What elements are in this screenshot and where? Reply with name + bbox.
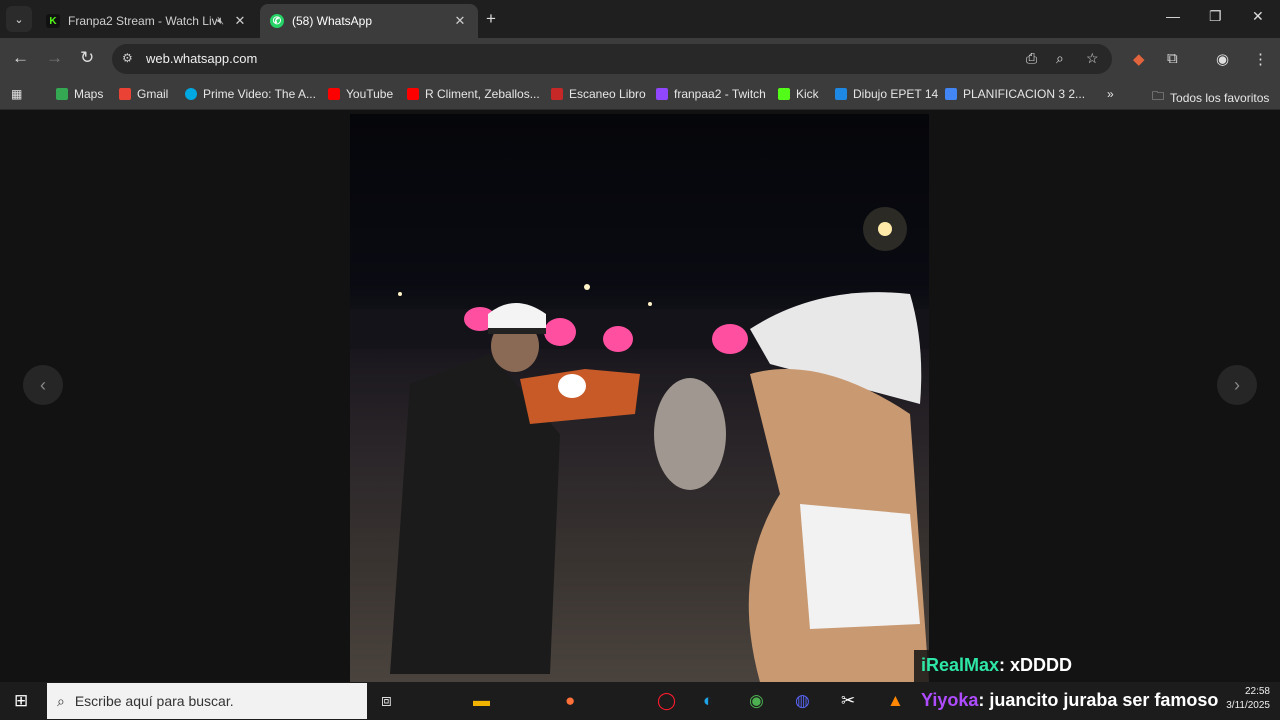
new-tab-icon[interactable]: + [486, 9, 496, 29]
url-text[interactable]: web.whatsapp.com [146, 51, 257, 66]
menu-kebab-icon[interactable]: ⋮ [1253, 50, 1268, 68]
bookmark-planificacion[interactable]: PLANIFICACION 3 2... [945, 87, 1085, 101]
chat-text: : juancito juraba ser famoso [978, 690, 1219, 710]
bookmarks-overflow-button[interactable]: » [1107, 87, 1114, 101]
prime-video-icon [185, 88, 197, 100]
reload-icon[interactable]: ↻ [80, 48, 94, 68]
bookmark-label: Dibujo EPET 14 [853, 87, 939, 101]
chat-text: : xDDDD [999, 655, 1073, 675]
tab-search-chevron-icon[interactable]: ⌄ [6, 6, 32, 32]
bookmark-star-icon[interactable]: ☆ [1086, 50, 1099, 67]
bookmark-label: Escaneo Libro [569, 87, 646, 101]
zoom-icon[interactable]: ⌕ [1056, 50, 1064, 67]
extensions-puzzle-icon[interactable]: ⧉ [1167, 50, 1178, 67]
bookmark-dibujo-epet[interactable]: Dibujo EPET 14 [835, 87, 938, 101]
taskbar-search-box[interactable]: ⌕ Escribe aquí para buscar. [47, 683, 367, 719]
close-tab-icon[interactable]: ✕ [232, 13, 248, 29]
windows-taskbar: ⊞ ⌕ Escribe aquí para buscar. ⧈ ▬ ● ◯ ◐ … [0, 682, 1280, 720]
file-explorer-icon[interactable]: ▬ [473, 691, 490, 711]
tab-kick-stream[interactable]: K Franpa2 Stream - Watch Liv 🔇︎ ✕ [36, 4, 258, 38]
bookmark-r-climent[interactable]: R Climent, Zeballos... [407, 87, 540, 101]
search-icon: ⌕ [57, 692, 65, 709]
bookmark-label: Gmail [137, 87, 169, 101]
bookmark-youtube[interactable]: YouTube [328, 87, 393, 101]
gmail-icon [119, 88, 131, 100]
clock-date: 3/11/2025 [1226, 700, 1270, 711]
firefox-icon[interactable]: ● [565, 691, 575, 711]
close-window-icon[interactable]: ✕ [1252, 8, 1264, 25]
tab-title: (58) WhatsApp [292, 14, 373, 28]
address-bar[interactable]: ⚙ web.whatsapp.com ⎙ ⌕ ☆ [112, 44, 1112, 74]
browser-toolbar: ← → ↻ ⚙ web.whatsapp.com ⎙ ⌕ ☆ ◆ ⧉ ◉ ⋮ [0, 38, 1280, 80]
edge-icon[interactable]: ◐ [703, 691, 713, 711]
clock-time: 22:58 [1244, 686, 1270, 697]
kick-logo-icon [778, 88, 790, 100]
docs-icon [945, 88, 957, 100]
folder-icon: 🗀︎ [1152, 89, 1165, 103]
bookmark-label: franpaa2 - Twitch [674, 87, 766, 101]
bookmark-label: PLANIFICACION 3 2... [963, 87, 1086, 101]
taskbar-search-placeholder: Escribe aquí para buscar. [74, 693, 234, 709]
bookmark-label: Maps [74, 87, 104, 101]
bookmark-escaneo-libro[interactable]: Escaneo Libro [551, 87, 646, 101]
kick-logo-icon: K [46, 14, 60, 28]
bookmark-gmail[interactable]: Gmail [119, 87, 168, 101]
chrome-icon[interactable]: ◉ [749, 691, 764, 711]
bookmark-label: Todos los favoritos [1170, 90, 1270, 105]
opera-icon[interactable]: ◯ [657, 691, 676, 711]
tab-whatsapp[interactable]: ✆ (58) WhatsApp ✕ [260, 4, 478, 38]
system-clock[interactable]: 22:58 3/11/2025 [1226, 685, 1270, 713]
youtube-icon [407, 88, 419, 100]
media-viewer: ‹ › [0, 110, 1280, 682]
whatsapp-icon: ✆ [270, 14, 284, 28]
capcut-icon[interactable]: ✂ [841, 691, 855, 711]
chat-message: Yiyoka: juancito juraba ser famoso [921, 690, 1218, 711]
forward-icon[interactable]: → [46, 48, 63, 68]
bookmark-label: R Climent, Zeballos... [425, 87, 540, 101]
all-bookmarks-folder[interactable]: 🗀︎ Todos los favoritos [1152, 87, 1269, 108]
next-media-button[interactable]: › [1217, 365, 1257, 405]
bookmark-maps[interactable]: Maps [56, 87, 103, 101]
bookmarks-bar: ▦ Maps Gmail Prime Video: The A... YouTu… [0, 80, 1280, 110]
twitch-icon [656, 88, 668, 100]
chat-username: iRealMax [921, 655, 1000, 675]
bookmark-kick[interactable]: Kick [778, 87, 819, 101]
bookmark-prime-video[interactable]: Prime Video: The A... [185, 87, 316, 101]
photo-illustration [350, 207, 929, 682]
back-icon[interactable]: ← [12, 48, 29, 68]
chevron-right-icon: › [1234, 374, 1240, 395]
restore-icon[interactable]: ❐ [1209, 8, 1222, 25]
apps-grid-icon[interactable]: ▦ [11, 87, 22, 101]
discord-icon[interactable]: ◍ [795, 691, 810, 711]
close-tab-icon[interactable]: ✕ [452, 13, 468, 29]
stream-chat-overlay: iRealMax: xDDDD [914, 650, 1280, 682]
document-icon [835, 88, 847, 100]
bookmark-twitch[interactable]: franpaa2 - Twitch [656, 87, 766, 101]
bookmark-label: YouTube [346, 87, 394, 101]
media-photo[interactable] [350, 114, 929, 682]
task-view-icon[interactable]: ⧈ [381, 691, 392, 711]
chat-message: iRealMax: xDDDD [921, 655, 1072, 676]
site-settings-icon[interactable]: ⚙ [122, 51, 133, 65]
muted-speaker-icon[interactable]: 🔇︎ [217, 15, 224, 28]
vlc-icon[interactable]: ▲ [887, 691, 904, 711]
profile-icon[interactable]: ◉ [1216, 50, 1229, 68]
tab-strip: ⌄ K Franpa2 Stream - Watch Liv 🔇︎ ✕ ✆ (5… [0, 0, 1280, 38]
youtube-icon [328, 88, 340, 100]
scan-icon [551, 88, 563, 100]
bookmark-label: Prime Video: The A... [203, 87, 316, 101]
bookmark-label: Kick [796, 87, 819, 101]
previous-media-button[interactable]: ‹ [23, 365, 63, 405]
install-app-icon[interactable]: ⎙ [1026, 50, 1037, 67]
chevron-left-icon: ‹ [40, 374, 46, 395]
extension-fox-icon[interactable]: ◆ [1133, 50, 1145, 68]
minimize-icon[interactable]: — [1166, 8, 1180, 24]
maps-pin-icon [56, 88, 68, 100]
chat-username: Yiyoka [921, 690, 979, 710]
tab-title: Franpa2 Stream - Watch Liv [68, 14, 218, 28]
windows-start-icon[interactable]: ⊞ [14, 691, 28, 711]
